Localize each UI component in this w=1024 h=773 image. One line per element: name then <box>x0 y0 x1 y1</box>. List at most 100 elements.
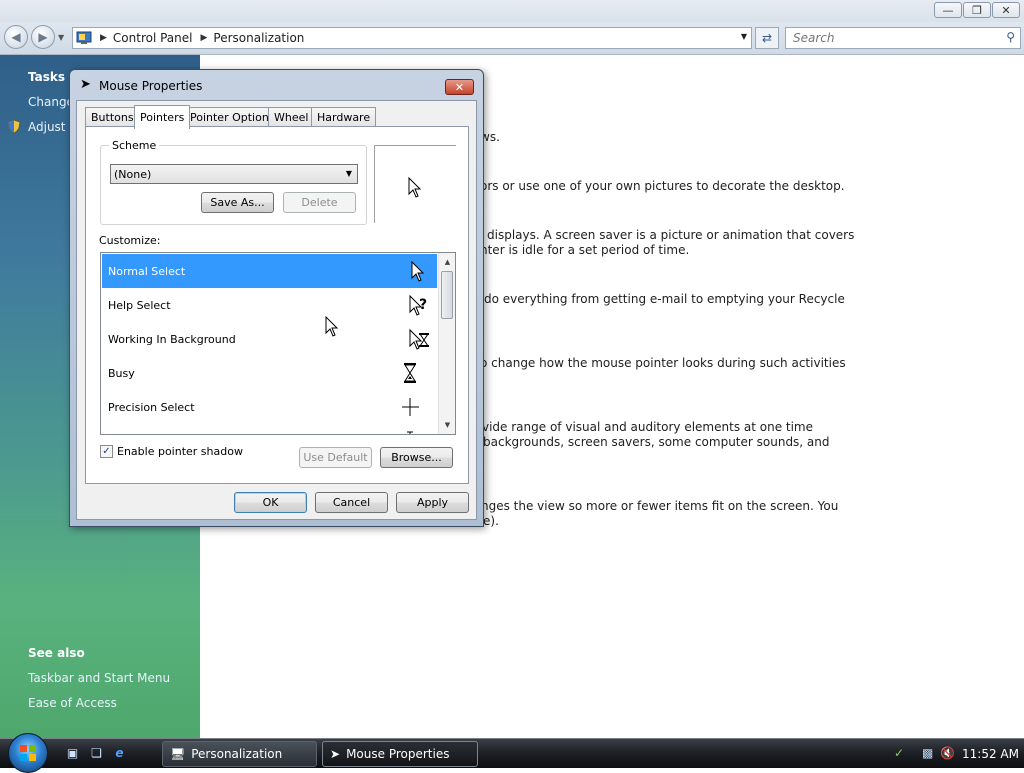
pointer-preview <box>374 145 456 223</box>
shield-icon <box>7 119 21 134</box>
tab-wheel[interactable]: Wheel <box>268 107 315 127</box>
see-also-heading: See also <box>28 646 85 660</box>
back-button[interactable]: ◀ <box>4 25 28 49</box>
dialog-title: Mouse Properties <box>99 79 203 93</box>
task-link-adjust[interactable]: Adjust f <box>28 120 74 134</box>
enable-pointer-shadow-checkbox[interactable]: ✓ Enable pointer shadow <box>100 445 243 458</box>
pointers-panel: Scheme (None) ▼ Save As... Delete Custom… <box>85 126 469 484</box>
dialog-close-button[interactable]: ✕ <box>445 79 474 95</box>
scheme-group: Scheme (None) ▼ Save As... Delete <box>100 139 367 225</box>
chevron-down-icon: ▼ <box>345 169 352 178</box>
scroll-up-icon[interactable]: ▲ <box>441 255 454 269</box>
description-text: vide range of visual and auditory elemen… <box>482 420 814 434</box>
recent-pages-icon[interactable]: ▼ <box>58 33 64 42</box>
scroll-down-icon[interactable]: ▼ <box>441 418 454 432</box>
delete-button[interactable]: Delete <box>283 192 356 213</box>
arrow-cursor-icon <box>408 177 422 198</box>
taskbar: ▣ ❏ e 🖥 Personalization ➤ Mouse Properti… <box>0 733 1024 773</box>
use-default-button[interactable]: Use Default <box>299 447 372 468</box>
search-box[interactable]: ⚲ <box>785 27 1021 49</box>
back-arrow-icon: ◀ <box>11 30 21 44</box>
clock[interactable]: 11:52 AM <box>962 747 1019 761</box>
breadcrumb-personalization[interactable]: Personalization <box>213 31 304 45</box>
taskbar-button-label: Personalization <box>191 747 283 761</box>
list-item[interactable] <box>102 424 437 434</box>
mouse-icon: ➤ <box>330 747 341 761</box>
list-item[interactable]: Normal Select <box>102 254 437 288</box>
see-also-ease-of-access[interactable]: Ease of Access <box>28 696 117 710</box>
description-text: nter is idle for a set period of time. <box>480 243 690 257</box>
apply-button[interactable]: Apply <box>396 492 469 513</box>
mouse-icon: ➤ <box>80 77 91 92</box>
description-text: ws. <box>480 130 500 144</box>
enable-pointer-shadow-label: Enable pointer shadow <box>117 445 243 458</box>
scheme-select[interactable]: (None) ▼ <box>110 164 358 184</box>
taskbar-button-label: Mouse Properties <box>346 747 450 761</box>
mouse-properties-dialog: ➤ Mouse Properties ✕ Buttons Pointers Po… <box>69 69 484 527</box>
browse-button[interactable]: Browse... <box>380 447 453 468</box>
hourglass-cursor-icon <box>404 363 416 383</box>
description-text: ors or use one of your own pictures to d… <box>480 179 845 193</box>
explorer-title-bar: — ❐ ✕ <box>0 0 1024 22</box>
start-button[interactable] <box>8 733 48 773</box>
scroll-thumb[interactable] <box>441 271 453 319</box>
switch-windows-icon[interactable]: ❏ <box>88 746 105 760</box>
close-button[interactable]: ✕ <box>992 2 1020 18</box>
breadcrumb-separator-icon: ▶ <box>200 33 208 43</box>
list-item[interactable]: Working In Background <box>102 322 437 356</box>
description-text: e). <box>483 514 499 528</box>
taskbar-button-mouse-properties[interactable]: ➤ Mouse Properties <box>322 741 478 767</box>
taskbar-button-personalization[interactable]: 🖥 Personalization <box>162 741 317 767</box>
description-text: o change how the mouse pointer looks dur… <box>480 356 846 370</box>
ok-button[interactable]: OK <box>234 492 307 513</box>
cursor-list[interactable]: Normal Select Help Select ? Working In B… <box>100 252 456 435</box>
tab-pointers[interactable]: Pointers <box>134 105 191 129</box>
volume-muted-icon[interactable]: 🔇 <box>940 746 955 760</box>
description-text: backgrounds, screen savers, some compute… <box>483 435 830 449</box>
show-desktop-icon[interactable]: ▣ <box>64 746 81 760</box>
list-item[interactable]: Precision Select <box>102 390 437 424</box>
cursor-name: Working In Background <box>108 332 236 346</box>
working-cursor-icon <box>409 328 429 350</box>
address-field[interactable]: ▶ Control Panel ▶ Personalization ▼ <box>72 27 752 49</box>
scheme-label: Scheme <box>109 139 160 152</box>
breadcrumb-control-panel[interactable]: Control Panel <box>113 31 193 45</box>
address-toolbar: ◀ ▶ ▼ ▶ Control Panel ▶ Personalization … <box>0 22 1024 55</box>
refresh-button[interactable]: ⇄ <box>755 27 779 49</box>
search-icon[interactable]: ⚲ <box>1006 30 1015 44</box>
list-item[interactable]: Help Select ? <box>102 288 437 322</box>
task-link-change[interactable]: Change <box>28 95 74 109</box>
list-scrollbar[interactable]: ▲ ▼ <box>438 253 455 434</box>
checkmark-icon[interactable]: ✓ <box>100 445 113 458</box>
refresh-icon: ⇄ <box>761 31 773 45</box>
close-icon: ✕ <box>1001 3 1011 17</box>
internet-explorer-icon[interactable]: e <box>111 746 128 760</box>
list-item[interactable]: Busy <box>102 356 437 390</box>
restore-button[interactable]: ❐ <box>963 2 991 18</box>
tab-buttons[interactable]: Buttons <box>85 107 140 127</box>
control-panel-icon <box>76 31 92 44</box>
cancel-button[interactable]: Cancel <box>315 492 388 513</box>
search-input[interactable] <box>791 29 991 47</box>
forward-arrow-icon: ▶ <box>38 30 48 44</box>
tab-hardware[interactable]: Hardware <box>311 107 377 127</box>
cursor-name: Help Select <box>108 298 171 312</box>
forward-button[interactable]: ▶ <box>31 25 55 49</box>
description-text: displays. A screen saver is a picture or… <box>487 228 855 242</box>
customize-label: Customize: <box>99 234 161 247</box>
scheme-value: (None) <box>114 167 152 181</box>
cursor-name: Precision Select <box>108 400 195 414</box>
minimize-icon: — <box>942 3 954 17</box>
close-icon: ✕ <box>454 80 465 94</box>
control-panel-icon: 🖥 <box>170 747 186 761</box>
network-tray-icon[interactable]: ▩ <box>922 746 933 760</box>
minimize-button[interactable]: — <box>934 2 962 18</box>
description-text: nges the view so more or fewer items fit… <box>481 499 839 513</box>
save-as-button[interactable]: Save As... <box>201 192 274 213</box>
address-dropdown-icon[interactable]: ▼ <box>741 32 747 41</box>
see-also-taskbar-start-menu[interactable]: Taskbar and Start Menu <box>28 671 170 685</box>
security-tray-icon[interactable]: ✓ <box>894 746 904 760</box>
tab-pointer-options[interactable]: Pointer Options <box>184 107 281 127</box>
tasks-heading: Tasks <box>28 70 66 84</box>
text-cursor-icon <box>407 431 413 434</box>
